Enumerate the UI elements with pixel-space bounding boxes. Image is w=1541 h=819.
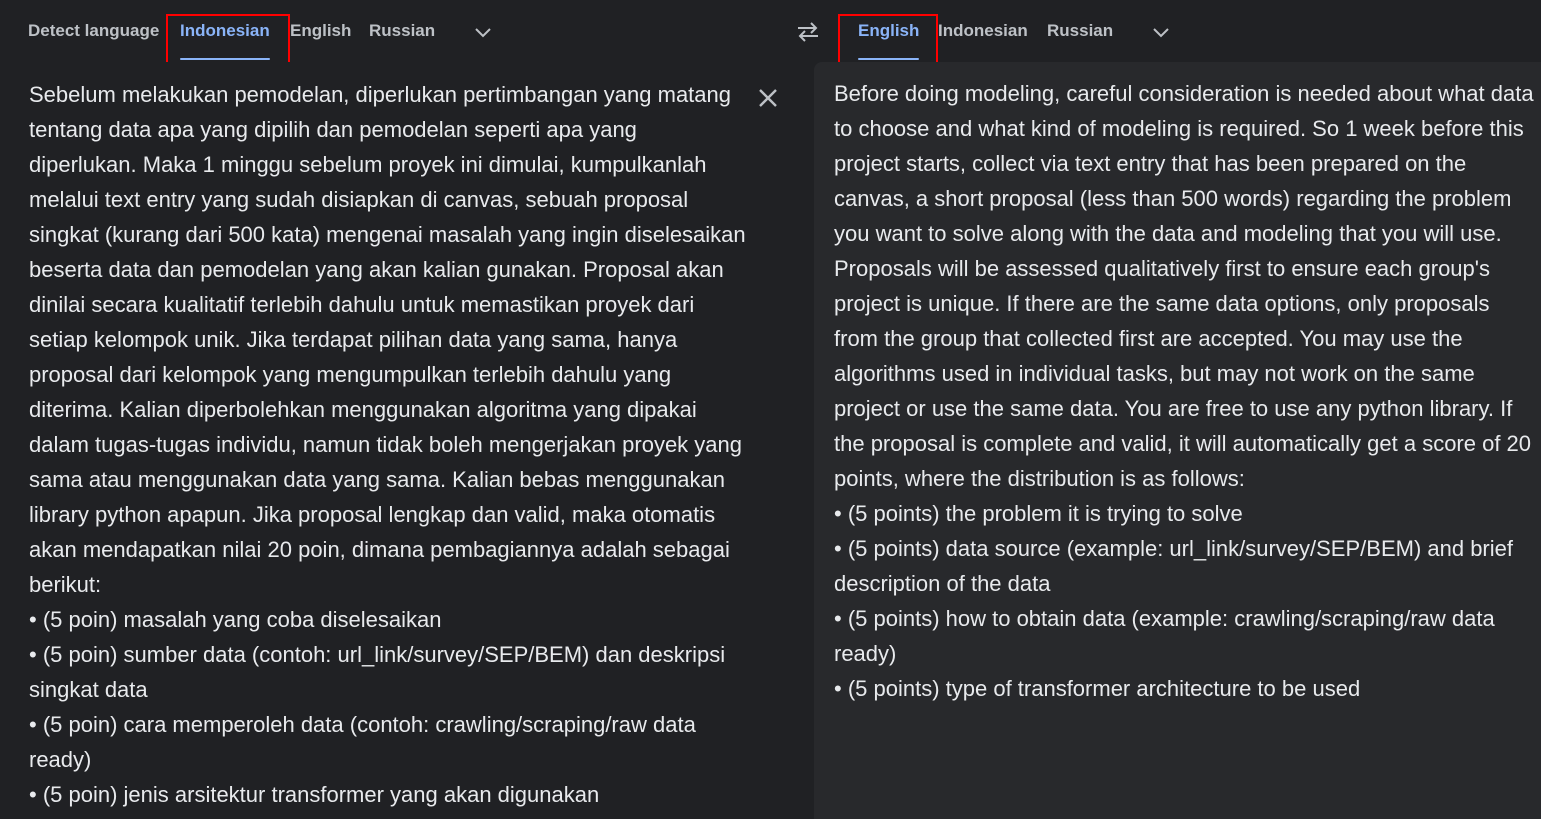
target-tab-english[interactable]: English bbox=[858, 0, 920, 62]
source-tab-russian[interactable]: Russian bbox=[369, 0, 435, 62]
source-text-panel: Sebelum melakukan pemodelan, diperlukan … bbox=[0, 62, 812, 819]
target-language-bar: English Indonesian Russian bbox=[814, 0, 1541, 71]
source-tab-english[interactable]: English bbox=[290, 0, 351, 62]
source-text[interactable]: Sebelum melakukan pemodelan, diperlukan … bbox=[29, 77, 749, 812]
chevron-down-icon[interactable] bbox=[1149, 20, 1173, 44]
target-tab-russian[interactable]: Russian bbox=[1047, 0, 1113, 62]
translation-panel: Before doing modeling, careful considera… bbox=[814, 62, 1541, 819]
chevron-down-icon[interactable] bbox=[471, 20, 495, 44]
translated-text: Before doing modeling, careful considera… bbox=[834, 81, 1534, 701]
source-tab-indonesian[interactable]: Indonesian bbox=[180, 0, 270, 62]
source-tab-detect-language[interactable]: Detect language bbox=[28, 0, 159, 62]
close-icon[interactable] bbox=[756, 86, 780, 110]
translator-app: Detect language Indonesian English Russi… bbox=[0, 0, 1541, 819]
target-tab-indonesian[interactable]: Indonesian bbox=[938, 0, 1028, 62]
source-language-bar: Detect language Indonesian English Russi… bbox=[0, 0, 812, 71]
